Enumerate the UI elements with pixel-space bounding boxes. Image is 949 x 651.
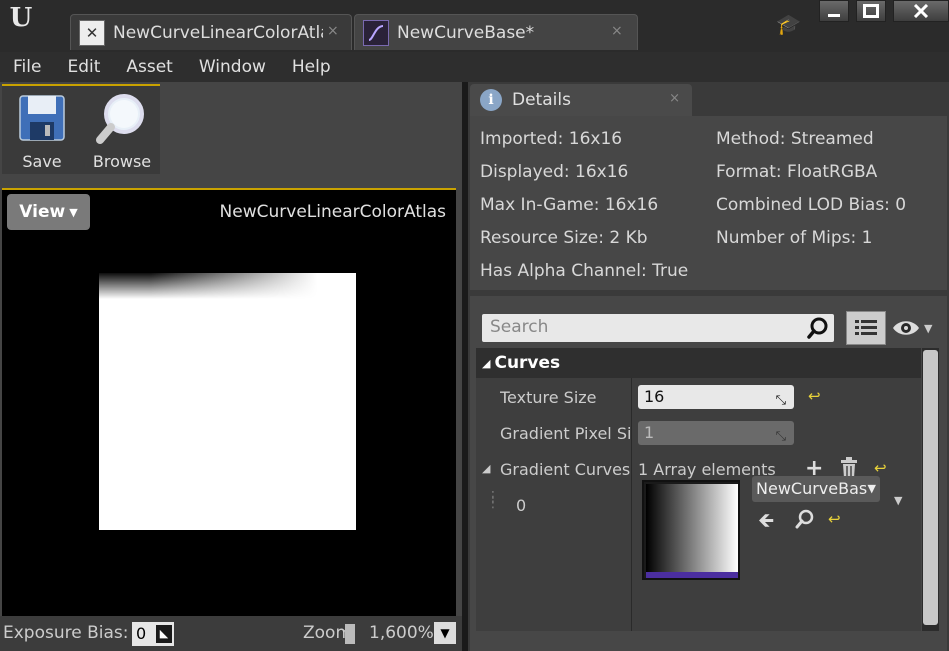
- minimize-button[interactable]: [819, 0, 849, 22]
- unreal-logo-icon[interactable]: U: [6, 4, 36, 34]
- info-max-in-game: Max In-Game: 16x16: [480, 195, 659, 215]
- tab-close-icon[interactable]: ×: [611, 23, 623, 39]
- texture-preview: [99, 273, 356, 530]
- info-format: Format: FloatRGBA: [716, 162, 878, 182]
- tab-curve-atlas[interactable]: ✕ NewCurveLinearColorAtlas ×: [70, 14, 352, 50]
- chevron-down-icon[interactable]: ▼: [894, 494, 902, 507]
- tab-label: NewCurveLinearColorAtlas: [113, 22, 323, 43]
- collapse-triangle-icon[interactable]: ◢: [482, 462, 490, 475]
- gradient-strip: [99, 273, 356, 299]
- search-input[interactable]: Search: [482, 314, 834, 342]
- maximize-button[interactable]: [856, 0, 886, 22]
- zoom-slider-handle[interactable]: [345, 624, 355, 644]
- view-options-list-icon[interactable]: [846, 311, 886, 345]
- tab-details[interactable]: i Details ×: [470, 84, 692, 116]
- info-method: Method: Streamed: [716, 129, 874, 149]
- tab-close-icon[interactable]: ×: [327, 23, 339, 39]
- details-scrollbar[interactable]: [922, 348, 939, 631]
- info-num-mips: Number of Mips: 1: [716, 228, 873, 248]
- visibility-eye-icon[interactable]: ▼: [892, 316, 940, 340]
- details-panel: i Details × Imported: 16x16 Displayed: 1…: [468, 82, 949, 651]
- property-gradient-pixel-size: Gradient Pixel Si 1 ⤡: [476, 416, 921, 452]
- reset-to-default-icon[interactable]: ↩: [808, 387, 821, 405]
- search-placeholder: Search: [490, 317, 549, 337]
- viewport-statusbar: Exposure Bias: 0 ◣ Zoom 1,600% ▼: [0, 616, 462, 651]
- array-element-0: ⋮ ⋮ 0 NewCurveBas ▼ 🡸 ↩ ▼: [476, 476, 921, 598]
- property-rows: ◢ Curves Texture Size 16 ⤡ ↩ Gradient Pi…: [476, 348, 921, 631]
- view-label: View: [19, 202, 66, 222]
- browse-button[interactable]: Browse: [84, 90, 160, 174]
- viewport-asset-name: NewCurveLinearColorAtlas: [219, 202, 446, 222]
- curve-thumbnail[interactable]: [642, 480, 740, 580]
- spin-arrow-icon[interactable]: ⤡: [776, 425, 786, 449]
- info-lod-bias: Combined LOD Bias: 0: [716, 195, 907, 215]
- property-label: Gradient Pixel Si: [500, 424, 630, 443]
- exposure-bias-value: 0: [136, 624, 147, 643]
- property-label: Texture Size: [500, 388, 597, 407]
- curve-asset-name: NewCurveBas: [756, 479, 868, 498]
- browse-label: Browse: [92, 152, 152, 171]
- info-has-alpha: Has Alpha Channel: True: [480, 261, 689, 281]
- property-texture-size: Texture Size 16 ⤡ ↩: [476, 380, 921, 416]
- tab-close-icon[interactable]: ×: [669, 91, 680, 106]
- info-displayed: Displayed: 16x16: [480, 162, 629, 182]
- info-resource-size: Resource Size: 2 Kb: [480, 228, 648, 248]
- zoom-dropdown-button[interactable]: ▼: [434, 622, 456, 644]
- menu-bar: File Edit Asset Window Help: [0, 52, 949, 82]
- reset-to-default-icon[interactable]: ↩: [874, 459, 887, 477]
- property-gradient-curves: ◢ Gradient Curves 1 Array elements + ↩ ⋮…: [476, 452, 921, 631]
- details-title: Details: [512, 90, 571, 110]
- property-editor: Search ▼ ◢ Curves Texture Size 16 ⤡ ↩ Gr…: [470, 296, 947, 651]
- curve-asset-picker[interactable]: NewCurveBas ▼: [752, 476, 880, 502]
- element-index: 0: [516, 496, 527, 515]
- texture-editor-panel: Save Browse View ▼ NewCurveLinearColorAt…: [0, 82, 462, 651]
- tab-curve-base[interactable]: NewCurveBase* ×: [354, 14, 638, 50]
- use-selected-arrow-icon[interactable]: 🡸: [758, 506, 774, 540]
- chevron-down-icon: ▼: [867, 482, 876, 495]
- category-curves[interactable]: ◢ Curves: [476, 348, 921, 378]
- menu-edit[interactable]: Edit: [54, 57, 113, 77]
- close-window-button[interactable]: [893, 0, 949, 22]
- save-icon: [14, 90, 70, 146]
- chevron-down-icon: ▼: [69, 205, 78, 219]
- menu-window[interactable]: Window: [186, 57, 279, 77]
- info-icon: i: [480, 89, 502, 111]
- reset-to-default-icon[interactable]: ↩: [828, 510, 841, 528]
- exposure-bias-label: Exposure Bias:: [3, 623, 129, 643]
- magnifier-icon: [94, 90, 150, 146]
- category-label: Curves: [494, 353, 561, 373]
- save-label: Save: [22, 152, 62, 171]
- save-button[interactable]: Save: [4, 90, 80, 174]
- tab-label: NewCurveBase*: [397, 22, 535, 43]
- menu-asset[interactable]: Asset: [113, 57, 185, 77]
- collapse-triangle-icon[interactable]: ◢: [482, 357, 490, 370]
- menu-help[interactable]: Help: [279, 57, 344, 77]
- menu-file[interactable]: File: [0, 57, 54, 77]
- texture-asset-icon: ✕: [79, 19, 105, 46]
- spin-arrow-icon[interactable]: ◣: [156, 625, 172, 643]
- zoom-value: 1,600%: [369, 623, 434, 643]
- title-bar: U ✕ NewCurveLinearColorAtlas × NewCurveB…: [0, 0, 949, 52]
- toolbar: Save Browse: [2, 84, 160, 174]
- texture-size-input[interactable]: 16 ⤡: [638, 385, 794, 409]
- texture-viewport[interactable]: View ▼ NewCurveLinearColorAtlas: [2, 188, 456, 616]
- search-icon: [807, 317, 828, 339]
- curve-asset-icon: [363, 19, 389, 46]
- drag-handle-icon[interactable]: ⋮ ⋮: [486, 490, 500, 510]
- browse-magnifier-icon[interactable]: [794, 508, 816, 530]
- gradient-preview: [646, 484, 738, 572]
- gradient-pixel-size-value: 1: [644, 423, 655, 442]
- tutorial-cap-icon[interactable]: 🎓: [776, 12, 801, 36]
- chevron-down-icon: ▼: [924, 321, 933, 335]
- property-label: Gradient Curves: [500, 460, 630, 479]
- spin-arrow-icon[interactable]: ⤡: [776, 389, 786, 413]
- view-dropdown-button[interactable]: View ▼: [7, 194, 90, 230]
- gradient-pixel-size-input[interactable]: 1 ⤡: [638, 421, 794, 445]
- exposure-bias-input[interactable]: 0 ◣: [132, 622, 174, 646]
- info-imported: Imported: 16x16: [480, 129, 623, 149]
- texture-info: Imported: 16x16 Displayed: 16x16 Max In-…: [470, 116, 947, 290]
- scrollbar-thumb[interactable]: [923, 350, 938, 625]
- texture-size-value: 16: [644, 387, 665, 406]
- curve-asset-bar: [646, 572, 738, 578]
